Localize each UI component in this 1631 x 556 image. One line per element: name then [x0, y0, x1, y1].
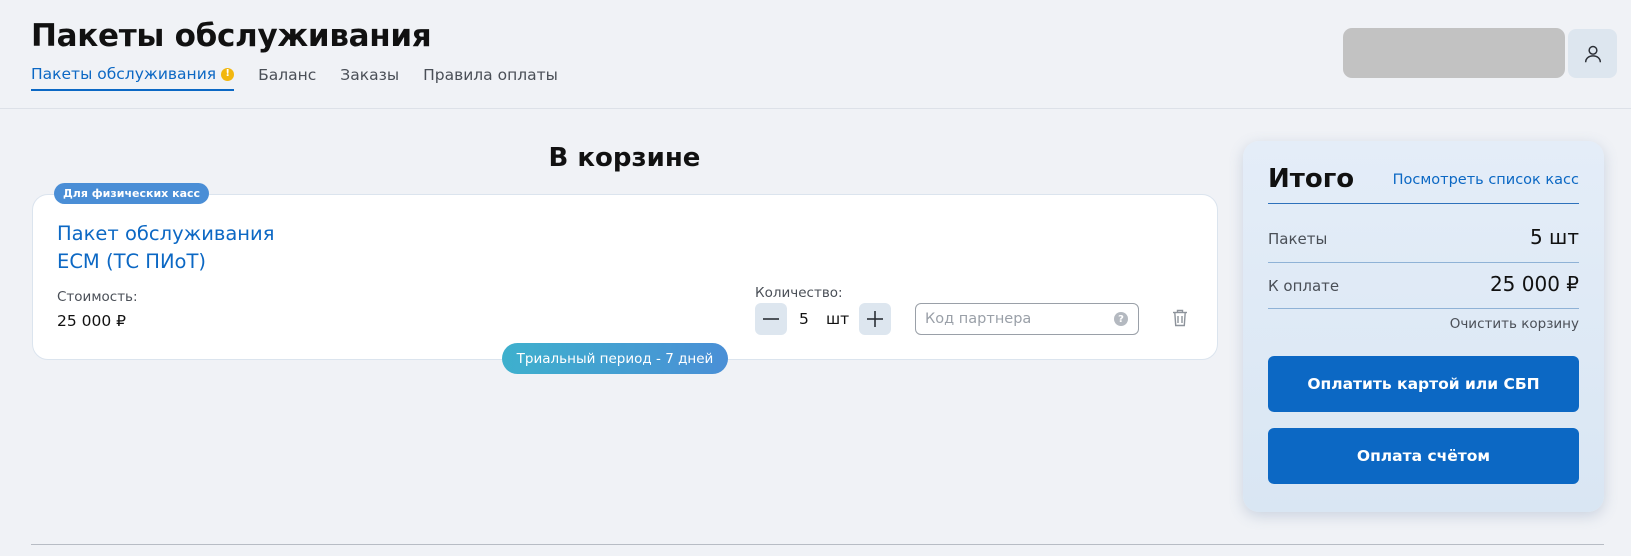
quantity-label: Количество: — [755, 285, 843, 301]
trash-icon — [1173, 309, 1187, 327]
cost-label: Стоимость: — [57, 289, 138, 305]
quantity-decrease-button[interactable] — [755, 303, 787, 335]
order-summary-panel: Итого Посмотреть список касс Пакеты 5 шт… — [1243, 141, 1604, 512]
minus-icon — [763, 318, 779, 320]
clear-cart-link[interactable]: Очистить корзину — [1450, 316, 1579, 332]
user-profile-button[interactable] — [1568, 29, 1617, 78]
summary-divider — [1268, 308, 1579, 309]
pay-invoice-button[interactable]: Оплата счётом — [1268, 428, 1579, 484]
page-title: Пакеты обслуживания — [31, 18, 432, 54]
summary-title: Итого — [1268, 164, 1355, 194]
packages-value: 5 шт — [1529, 225, 1579, 249]
partner-code-field: ? — [915, 303, 1139, 335]
product-name-line1: Пакет обслуживания — [57, 222, 275, 245]
view-registers-link[interactable]: Посмотреть список касс — [1393, 172, 1579, 188]
tab-balance[interactable]: Баланс — [258, 65, 316, 91]
tab-label: Пакеты обслуживания — [31, 65, 217, 83]
tab-service-packages[interactable]: Пакеты обслуживания ! — [31, 65, 235, 91]
tab-payment-rules[interactable]: Правила оплаты — [423, 65, 558, 91]
warning-icon: ! — [221, 67, 235, 81]
user-icon — [1584, 45, 1601, 62]
cart-title: В корзине — [548, 143, 701, 173]
summary-divider — [1268, 203, 1579, 204]
trial-period-badge: Триальный период - 7 дней — [502, 343, 728, 374]
product-name-link[interactable]: Пакет обслуживания ЕСМ (ТС ПИоТ) — [57, 220, 377, 276]
quantity-unit: шт — [826, 310, 850, 328]
footer-divider — [31, 544, 1604, 545]
tab-label: Баланс — [258, 66, 317, 84]
plus-icon — [867, 311, 883, 327]
tabs-nav: Пакеты обслуживания ! Баланс Заказы Прав… — [31, 65, 558, 91]
account-info-placeholder[interactable] — [1343, 28, 1565, 78]
tab-label: Правила оплаты — [423, 66, 558, 84]
pay-card-button[interactable]: Оплатить картой или СБП — [1268, 356, 1579, 412]
packages-label: Пакеты — [1268, 230, 1328, 248]
to-pay-value: 25 000 ₽ — [1489, 272, 1579, 296]
quantity-value: 5 — [799, 310, 809, 328]
remove-item-button[interactable] — [1169, 305, 1191, 331]
tab-orders[interactable]: Заказы — [340, 65, 399, 91]
tab-label: Заказы — [340, 66, 400, 84]
partner-code-input[interactable] — [916, 304, 1106, 334]
product-name-line2: ЕСМ (ТС ПИоТ) — [57, 250, 206, 273]
page-header: Пакеты обслуживания Пакеты обслуживания … — [0, 0, 1631, 109]
summary-divider — [1268, 262, 1579, 263]
to-pay-label: К оплате — [1268, 277, 1340, 295]
cost-value: 25 000 ₽ — [57, 312, 127, 330]
help-icon[interactable]: ? — [1114, 312, 1128, 326]
cart-item-card: Пакет обслуживания ЕСМ (ТС ПИоТ) Стоимос… — [32, 194, 1218, 360]
register-type-badge: Для физических касс — [54, 183, 210, 204]
quantity-increase-button[interactable] — [859, 303, 891, 335]
